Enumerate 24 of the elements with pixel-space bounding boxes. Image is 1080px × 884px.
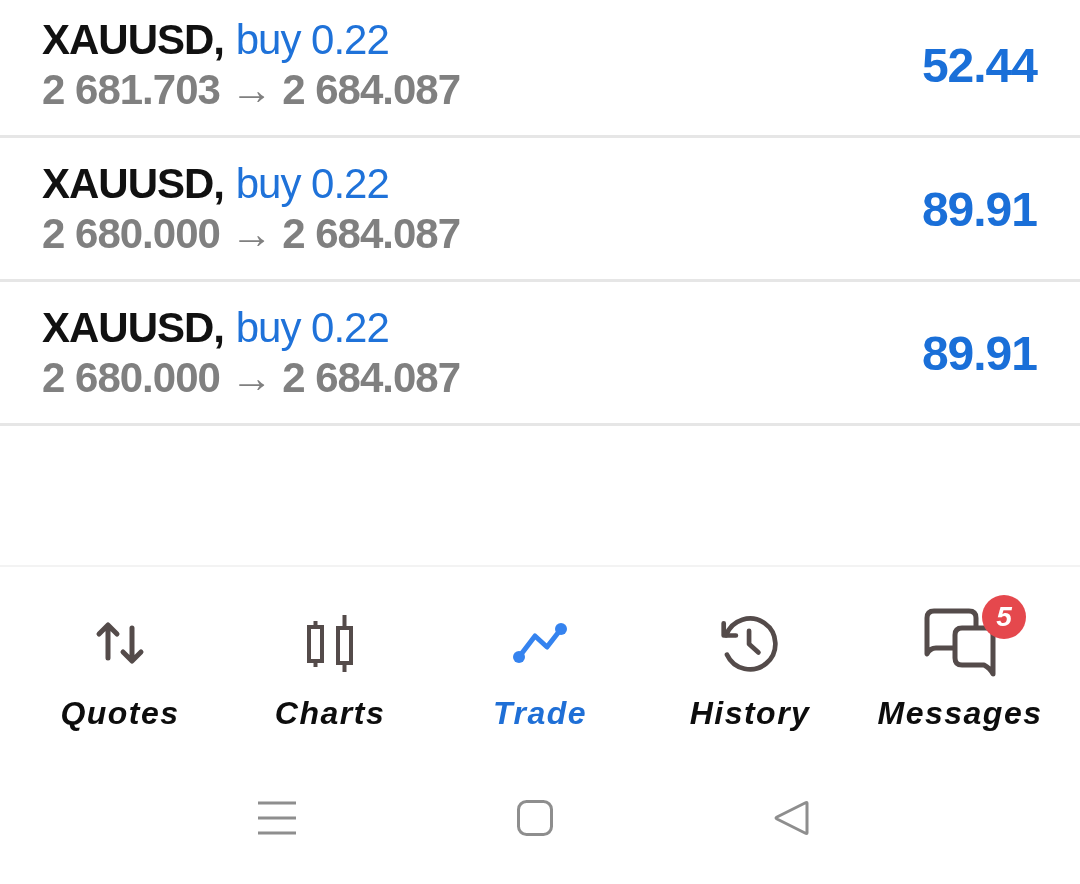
nav-tab[interactable]: Quotes [15,567,225,760]
order-label: buy 0.22 [235,160,389,207]
candlestick-icon [307,614,353,672]
home-square-icon[interactable] [517,800,553,836]
profit-value: 89.91 [921,181,1037,237]
symbol-label: XAUUSD, [42,304,225,351]
notification-badge: 5 [982,595,1026,639]
order-label: buy 0.22 [235,16,389,63]
chat-bubbles-icon [924,608,996,678]
profit-value: 89.91 [921,325,1037,381]
nav-tab[interactable]: History [645,567,855,760]
nav-tab[interactable]: Charts [225,567,435,760]
profit-value: 52.44 [921,37,1037,93]
nav-tab[interactable]: 5 Messages [855,567,1065,760]
symbol-label: XAUUSD, [42,160,225,207]
price-range: 2 680.000 → 2 684.087 [42,353,461,403]
back-triangle-icon[interactable] [774,801,810,835]
nav-tab[interactable]: Trade [435,567,645,760]
menu-icon[interactable] [258,800,296,836]
price-range: 2 681.703 → 2 684.087 [42,65,461,115]
symbol-label: XAUUSD, [42,16,225,63]
line-chart-icon [511,620,569,666]
price-range: 2 680.000 → 2 684.087 [42,209,461,259]
order-label: buy 0.22 [235,304,389,351]
